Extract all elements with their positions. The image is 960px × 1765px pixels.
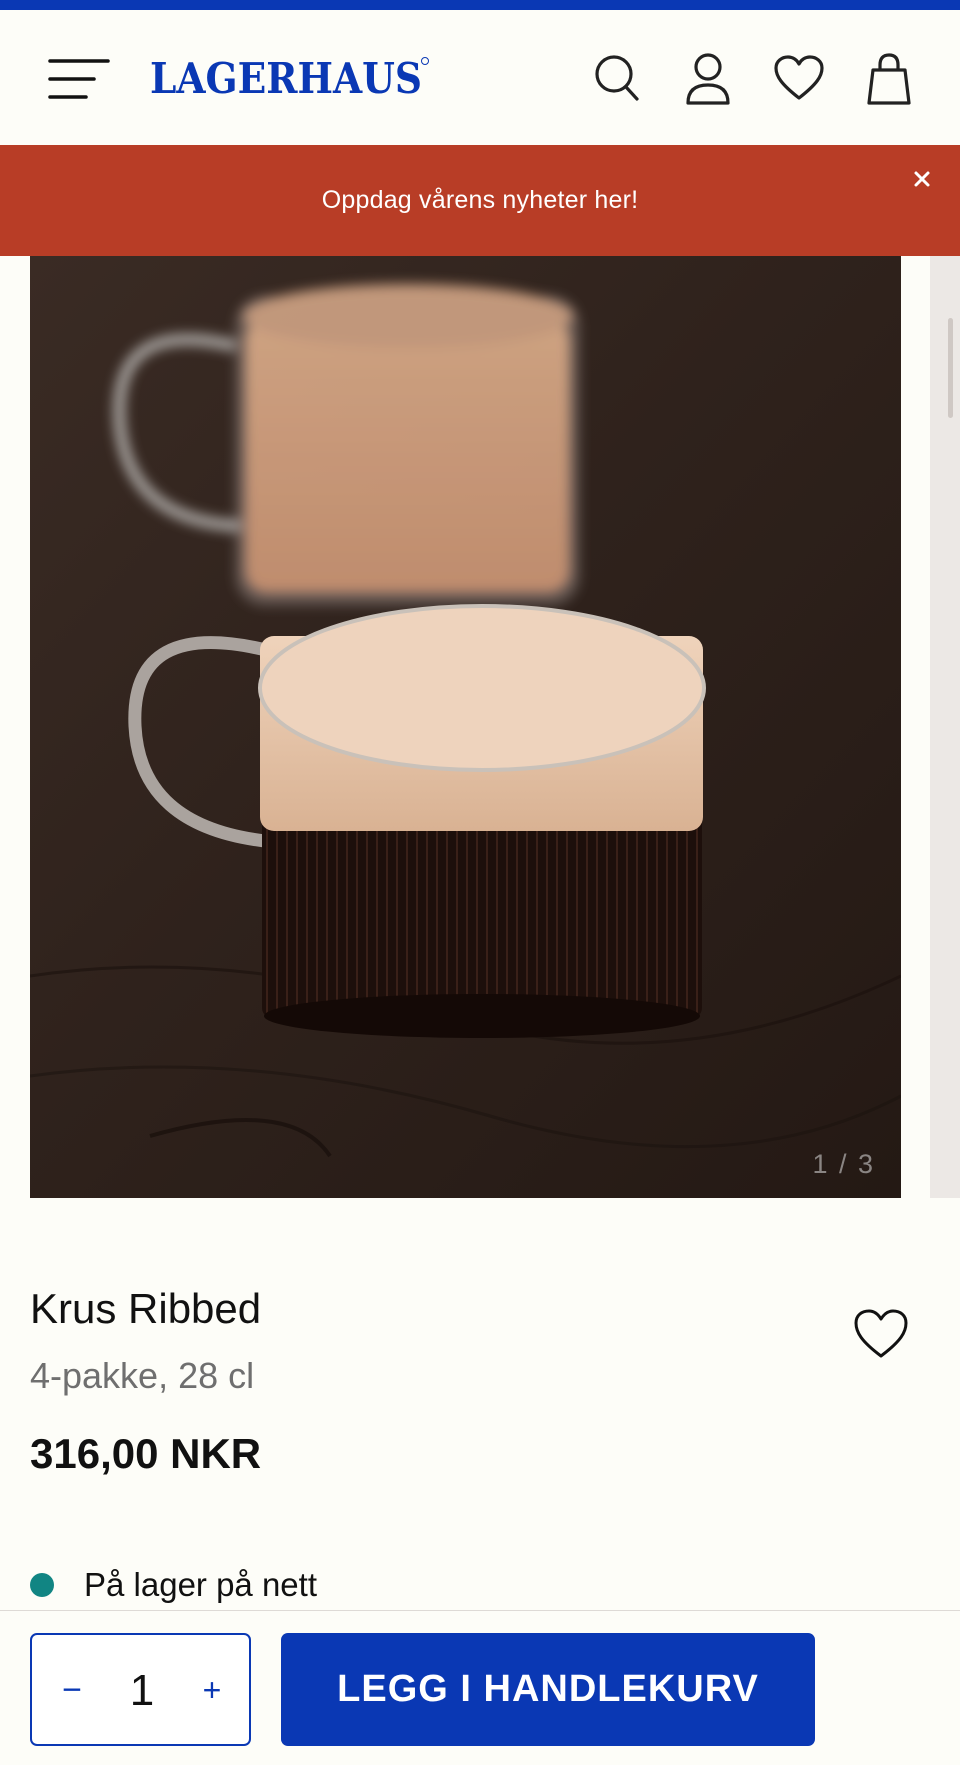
product-title: Krus Ribbed: [30, 1285, 262, 1332]
site-header: LAGERHAUS: [0, 10, 960, 145]
decrease-quantity-button[interactable]: −: [52, 1665, 92, 1715]
logo-wordmark: LAGERHAUS: [150, 54, 422, 103]
lagerhaus-logo[interactable]: LAGERHAUS: [150, 50, 430, 106]
in-stock-dot: [30, 1573, 54, 1597]
increase-quantity-button[interactable]: +: [192, 1665, 232, 1715]
menu-icon[interactable]: [48, 54, 110, 104]
close-icon[interactable]: [908, 165, 936, 193]
add-to-cart-button[interactable]: LEGG I HANDLEKURV: [281, 1633, 815, 1746]
top-accent-strip: [0, 0, 960, 10]
product-variant: 4-pakke, 28 cl: [30, 1355, 255, 1396]
wishlist-icon[interactable]: [773, 54, 825, 104]
quantity-stepper: − 1 +: [30, 1633, 251, 1746]
stock-status: På lager på nett: [30, 1560, 317, 1610]
quantity-value[interactable]: 1: [102, 1661, 182, 1721]
next-image-peek[interactable]: [930, 256, 960, 1198]
product-image-gallery[interactable]: 1 / 3: [30, 256, 901, 1198]
bag-icon[interactable]: [864, 52, 914, 106]
image-counter: 1 / 3: [812, 1149, 875, 1179]
add-to-cart-label: LEGG I HANDLEKURV: [337, 1668, 759, 1710]
product-photo: [30, 256, 901, 1198]
heart-icon[interactable]: [852, 1308, 910, 1362]
product-price: 316,00 NKR: [30, 1430, 262, 1477]
promo-banner[interactable]: Oppdag vårens nyheter her!: [0, 145, 960, 256]
gallery-scroll-indicator: [948, 318, 953, 418]
promo-text[interactable]: Oppdag vårens nyheter her!: [322, 186, 639, 215]
search-icon[interactable]: [592, 52, 642, 104]
add-to-cart-bar: − 1 + LEGG I HANDLEKURV: [0, 1610, 960, 1765]
account-icon[interactable]: [683, 52, 733, 106]
stock-text: På lager på nett: [84, 1566, 317, 1603]
